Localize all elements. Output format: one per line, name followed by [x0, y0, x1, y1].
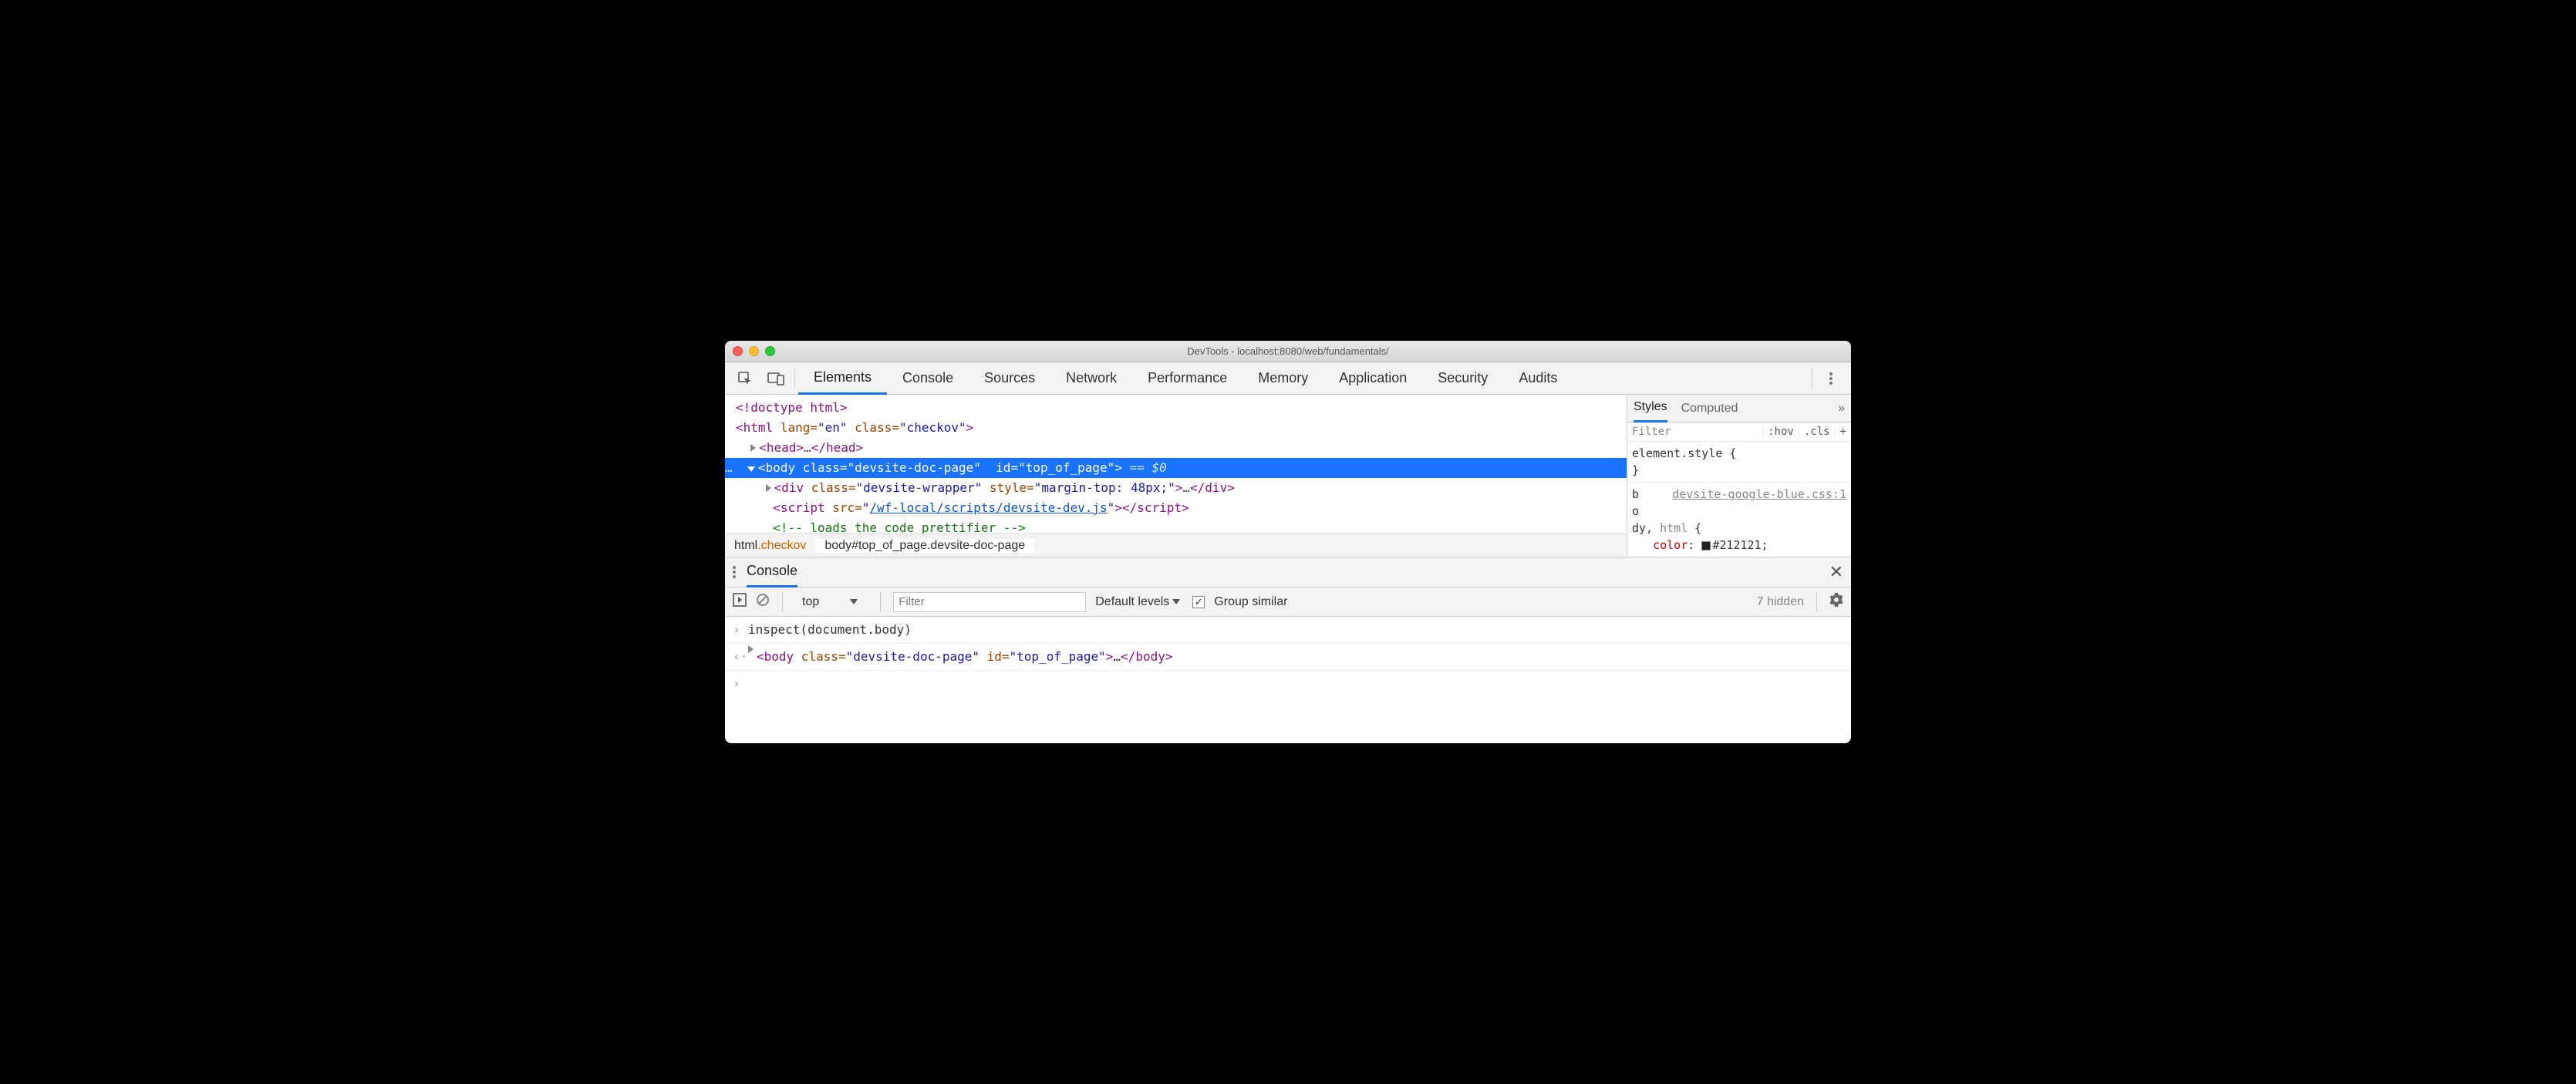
drawer-tab-console[interactable]: Console — [747, 557, 797, 587]
crumb-html[interactable]: html.checkov — [725, 539, 815, 553]
cls-toggle[interactable]: .cls — [1799, 426, 1835, 438]
console-toolbar: top Default levels ✓ Group similar 7 hid… — [725, 587, 1851, 617]
tab-application[interactable]: Application — [1323, 362, 1422, 395]
dom-node[interactable]: <head>…</head> — [725, 438, 1627, 458]
close-drawer-icon[interactable]: ✕ — [1829, 562, 1843, 582]
dom-tree[interactable]: <!doctype html> <html lang="en" class="c… — [725, 395, 1627, 534]
expand-icon[interactable] — [748, 645, 754, 653]
tab-styles[interactable]: Styles — [1634, 395, 1667, 422]
tab-elements[interactable]: Elements — [798, 362, 887, 395]
style-tabs: Styles Computed » — [1627, 395, 1851, 422]
run-icon[interactable] — [733, 593, 747, 611]
dom-node[interactable]: <html lang="en" class="checkov"> — [725, 418, 1627, 438]
tab-performance[interactable]: Performance — [1132, 362, 1242, 395]
style-rules[interactable]: element.style { } b devsite-google-blue.… — [1627, 442, 1851, 557]
tab-network[interactable]: Network — [1050, 362, 1132, 395]
window-title: DevTools - localhost:8080/web/fundamenta… — [1187, 345, 1389, 357]
context-selector[interactable]: top — [795, 593, 868, 611]
style-filter-row: Filter :hov .cls + — [1627, 422, 1851, 442]
console-input-row: › inspect(document.body) — [725, 617, 1851, 644]
panels: <!doctype html> <html lang="en" class="c… — [725, 395, 1851, 557]
console-output[interactable]: <body class="devsite-doc-page" id="top_o… — [757, 645, 1172, 668]
dom-panel: <!doctype html> <html lang="en" class="c… — [725, 395, 1627, 557]
input-chevron-icon: › — [733, 618, 748, 641]
dom-node-selected[interactable]: … <body class="devsite-doc-page" id="top… — [725, 458, 1627, 478]
tab-computed[interactable]: Computed — [1681, 395, 1738, 422]
expand-icon[interactable] — [766, 484, 771, 492]
tab-sources[interactable]: Sources — [969, 362, 1050, 395]
output-chevron-icon: ‹· — [733, 645, 748, 668]
devtools-window: DevTools - localhost:8080/web/fundamenta… — [725, 341, 1851, 743]
tab-console[interactable]: Console — [887, 362, 969, 395]
drawer-menu-icon[interactable] — [733, 566, 736, 578]
dom-node[interactable]: <script src="/wf-local/scripts/devsite-d… — [725, 498, 1627, 518]
color-swatch[interactable] — [1701, 541, 1711, 550]
style-filter-input[interactable]: Filter — [1627, 426, 1762, 438]
console-settings-icon[interactable] — [1829, 593, 1843, 611]
zoom-window[interactable] — [765, 346, 775, 356]
log-levels[interactable]: Default levels — [1095, 595, 1183, 609]
console-filter-input[interactable] — [893, 592, 1086, 612]
hov-toggle[interactable]: :hov — [1762, 426, 1799, 438]
console-prompt-row[interactable]: › — [725, 671, 1851, 697]
rule-source-link[interactable]: devsite-google-blue.css:1 — [1672, 486, 1846, 503]
tab-memory[interactable]: Memory — [1242, 362, 1323, 395]
titlebar: DevTools - localhost:8080/web/fundamenta… — [725, 341, 1851, 362]
rule-body-html[interactable]: b devsite-google-blue.css:1 o dy, html {… — [1632, 486, 1846, 554]
main-toolbar: Elements Console Sources Network Perform… — [725, 362, 1851, 395]
dom-node[interactable]: <!doctype html> — [725, 398, 1627, 418]
separator — [782, 592, 783, 612]
crumb-body[interactable]: body#top_of_page.devsite-doc-page — [815, 539, 1034, 553]
rule-element-style[interactable]: element.style { } — [1632, 445, 1846, 479]
inspect-icon[interactable] — [730, 362, 760, 395]
prompt-chevron-icon: › — [733, 672, 748, 695]
console-command: inspect(document.body) — [748, 618, 912, 641]
hidden-count[interactable]: 7 hidden — [1757, 595, 1804, 609]
separator — [794, 369, 795, 389]
dom-node[interactable]: <div class="devsite-wrapper" style="marg… — [725, 478, 1627, 498]
tab-security[interactable]: Security — [1422, 362, 1503, 395]
device-toggle-icon[interactable] — [760, 362, 791, 395]
styles-panel: Styles Computed » Filter :hov .cls + ele… — [1627, 395, 1851, 557]
group-similar-checkbox[interactable]: ✓ — [1192, 596, 1205, 608]
drawer-header: Console ✕ — [725, 557, 1851, 587]
group-similar-label: Group similar — [1214, 595, 1287, 609]
breadcrumb: html.checkov body#top_of_page.devsite-do… — [725, 534, 1627, 557]
console-body[interactable]: › inspect(document.body) ‹· <body class=… — [725, 617, 1851, 743]
clear-console-icon[interactable] — [756, 593, 770, 611]
separator — [880, 592, 881, 612]
expand-icon[interactable] — [750, 444, 756, 452]
close-window[interactable] — [733, 346, 743, 356]
tab-audits[interactable]: Audits — [1503, 362, 1573, 395]
new-rule-button[interactable]: + — [1835, 426, 1851, 438]
more-tabs-icon[interactable]: » — [1838, 402, 1845, 416]
separator — [1816, 592, 1817, 612]
dom-node[interactable]: <!-- loads the code prettifier --> — [725, 518, 1627, 534]
traffic-lights — [733, 346, 775, 356]
more-icon[interactable] — [1816, 362, 1846, 395]
minimize-window[interactable] — [749, 346, 759, 356]
console-output-row: ‹· <body class="devsite-doc-page" id="to… — [725, 644, 1851, 671]
collapse-icon[interactable] — [747, 466, 755, 472]
